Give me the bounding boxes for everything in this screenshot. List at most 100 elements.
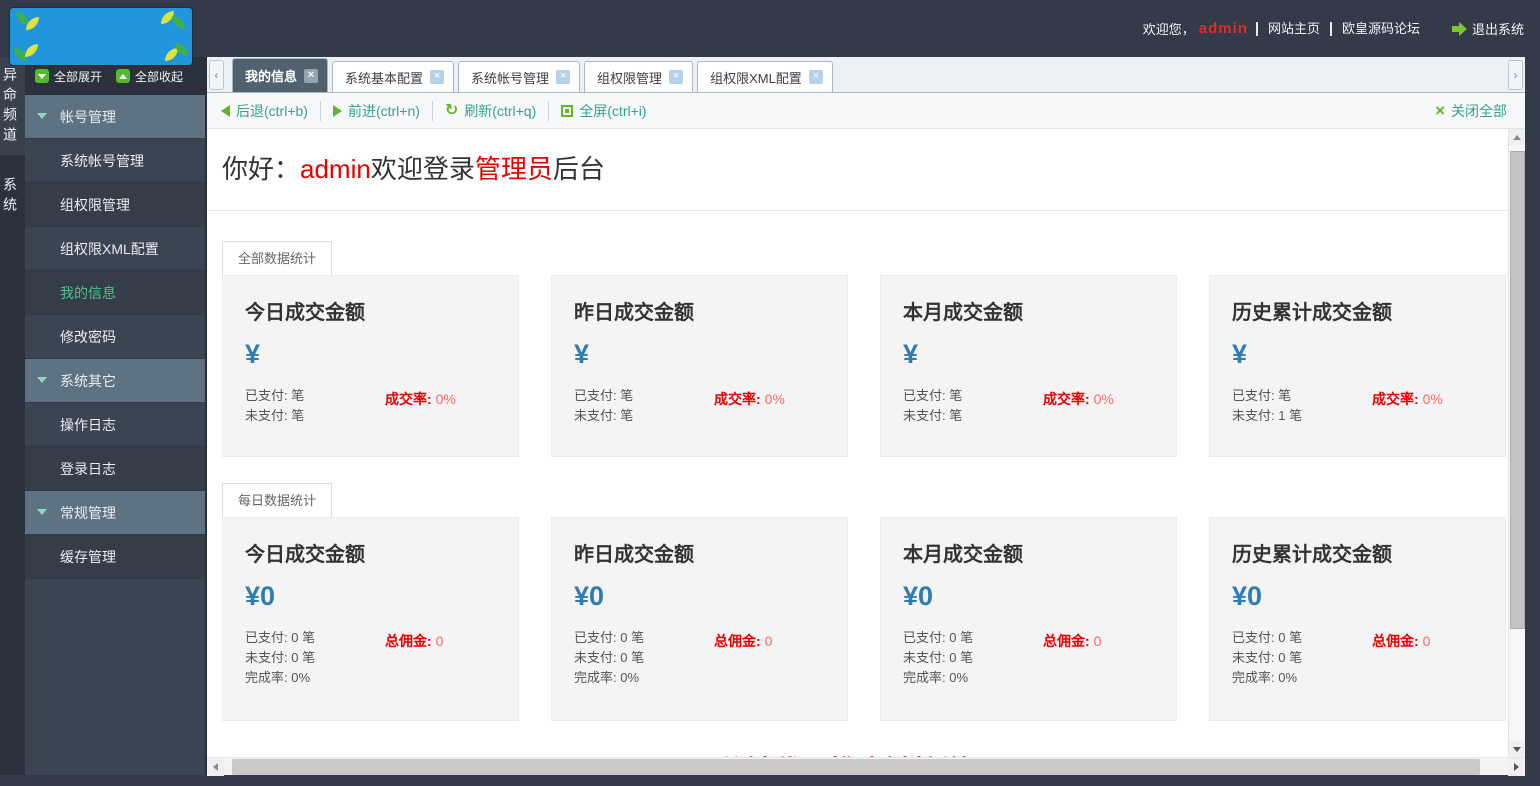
tab[interactable]: 系统帐号管理 ×	[458, 61, 581, 92]
card-highlight: 总佣金: 0	[714, 628, 772, 688]
sidebar-menu-item[interactable]: 系统帐号管理	[25, 139, 205, 183]
card-title: 昨日成交金额	[574, 302, 694, 324]
card-line: 已支付: 0 笔	[1232, 630, 1303, 645]
left-nav-strip: 异命频道 系统	[0, 57, 25, 775]
section-tab[interactable]: 每日数据统计	[222, 483, 333, 517]
sidebar-menu-item[interactable]: 缓存管理	[25, 535, 205, 579]
tab[interactable]: 组权限管理 ×	[584, 61, 694, 92]
fullscreen-icon	[561, 104, 574, 117]
scroll-down-button[interactable]	[1509, 741, 1525, 757]
strip-item-system[interactable]: 系统	[0, 169, 25, 225]
chevron-down-icon[interactable]	[37, 509, 47, 515]
strip-item-channel[interactable]: 异命频道	[0, 57, 25, 155]
leaf-decoration	[175, 43, 188, 56]
leaf-decoration	[172, 16, 185, 29]
close-all-label: 关闭全部	[1451, 102, 1507, 119]
tab-close-icon[interactable]: ×	[430, 70, 445, 84]
expand-all-button[interactable]: 全部展开	[35, 68, 102, 85]
tab-close-icon[interactable]: ×	[304, 68, 319, 83]
collapse-all-label: 全部收起	[135, 69, 184, 84]
chevron-down-icon[interactable]	[37, 113, 47, 119]
card-stats: 已支付: 笔未支付: 笔 成交率: 0%	[903, 386, 1154, 426]
sidebar-menu-item[interactable]: 帐号管理	[25, 95, 205, 139]
tab-label: 组权限XML配置	[710, 70, 802, 86]
section-tab[interactable]: 全部数据统计	[222, 241, 333, 275]
sidebar-menu-item[interactable]: 组权限管理	[25, 183, 205, 227]
card-line: 未支付: 0 笔	[1232, 650, 1303, 665]
horizontal-scroll-thumb[interactable]	[232, 758, 1480, 775]
card-amount: ¥0	[1232, 581, 1263, 611]
horizontal-scroll-track[interactable]	[224, 758, 1508, 776]
tab-close-icon[interactable]: ×	[669, 70, 684, 84]
toolbar-button[interactable]: 全屏(ctrl+i)	[548, 100, 658, 121]
tab-bar: ‹ 我的信息 × 系统基本配置 × 系统帐号管理 × 组权限管理 × 组权限XM…	[207, 57, 1525, 93]
main-area: ‹ 我的信息 × 系统基本配置 × 系统帐号管理 × 组权限管理 × 组权限XM…	[207, 57, 1525, 776]
card-stats: 已支付: 笔未支付: 笔 成交率: 0%	[245, 386, 496, 426]
tab-scroll-left-button[interactable]: ‹	[209, 60, 224, 90]
card-lines: 已支付: 笔未支付: 笔	[903, 386, 1043, 426]
sidebar-item-label: 系统其它	[60, 372, 116, 389]
tab[interactable]: 系统基本配置 ×	[332, 61, 455, 92]
card-line: 未支付: 笔	[574, 408, 634, 423]
sidebar-menu-item[interactable]: 我的信息	[25, 271, 205, 315]
sidebar-menu-item[interactable]: 修改密码	[25, 315, 205, 359]
card-title: 历史累计成交金额	[1232, 544, 1392, 566]
tab[interactable]: 我的信息 ×	[232, 58, 329, 92]
toolbar-button[interactable]: 后退(ctrl+b)	[221, 101, 320, 121]
vertical-scrollbar[interactable]	[1508, 129, 1525, 757]
sidebar-menu-item[interactable]: 登录日志	[25, 447, 205, 491]
tab-label: 系统帐号管理	[471, 70, 550, 86]
highlight-value: 0	[1422, 633, 1431, 649]
sidebar-menu-item[interactable]: 系统其它	[25, 359, 205, 403]
collapse-all-button[interactable]: 全部收起	[116, 68, 183, 85]
card-highlight: 成交率: 0%	[1043, 386, 1114, 426]
stat-card: 昨日成交金额 ¥0 已支付: 0 笔未支付: 0 笔完成率: 0% 总佣金: 0	[551, 517, 848, 721]
promo-banner[interactable]: 分销代理推广链接送呢	[207, 749, 1508, 757]
sidebar-item-label: 登录日志	[60, 460, 116, 477]
sidebar-item-label: 组权限XML配置	[60, 240, 159, 257]
card-line: 完成率: 0%	[574, 670, 640, 685]
chevron-down-icon[interactable]	[37, 377, 47, 383]
toolbar-button[interactable]: ↻ 刷新(ctrl+q)	[431, 100, 548, 121]
scroll-left-button[interactable]	[207, 757, 224, 776]
expand-all-icon	[35, 69, 49, 83]
logout-button[interactable]: 退出系统	[1451, 19, 1524, 38]
highlight-value: 0	[1093, 633, 1102, 649]
horizontal-scrollbar[interactable]	[207, 757, 1525, 776]
sidebar-item-label: 常规管理	[60, 504, 116, 521]
card-line: 未支付: 0 笔	[574, 650, 645, 665]
scroll-right-button[interactable]	[1508, 757, 1525, 776]
site-home-link[interactable]: 网站主页	[1255, 21, 1330, 36]
expand-all-label: 全部展开	[54, 69, 103, 84]
card-line: 已支付: 笔	[245, 388, 305, 403]
vertical-scroll-track[interactable]	[1509, 145, 1525, 741]
card-stats: 已支付: 0 笔未支付: 0 笔完成率: 0% 总佣金: 0	[245, 628, 496, 688]
tabs: 我的信息 × 系统基本配置 × 系统帐号管理 × 组权限管理 × 组权限XML配…	[232, 58, 1502, 92]
card-amount: ¥0	[245, 581, 276, 611]
highlight-value: 0	[435, 633, 444, 649]
tab-scroll-right-button[interactable]: ›	[1508, 60, 1523, 90]
sidebar-menu-item[interactable]: 常规管理	[25, 491, 205, 535]
tab[interactable]: 组权限XML配置 ×	[697, 61, 833, 92]
sidebar-item-label: 缓存管理	[60, 548, 116, 565]
toolbar-button[interactable]: 前进(ctrl+n)	[319, 100, 432, 121]
toolbar-items: 后退(ctrl+b) 前进(ctrl+n) ↻ 刷新(ctrl+q) 全屏(ct…	[221, 100, 659, 121]
stat-card: 本月成交金额 ¥0 已支付: 0 笔未支付: 0 笔完成率: 0% 总佣金: 0	[880, 517, 1177, 721]
highlight-label: 总佣金:	[714, 633, 761, 649]
sidebar-item-label: 组权限管理	[60, 196, 130, 213]
card-stats: 已支付: 0 笔未支付: 0 笔完成率: 0% 总佣金: 0	[574, 628, 825, 688]
site-logo[interactable]	[10, 8, 192, 65]
sidebar: 全部展开 全部收起 帐号管理 系统帐号管理 组权限管理 组权限XML配置 我的信…	[25, 57, 207, 775]
card-line: 已支付: 0 笔	[574, 630, 645, 645]
greeting-middle: 欢迎登录	[370, 154, 475, 184]
tab-close-icon[interactable]: ×	[808, 70, 823, 84]
vertical-scroll-thumb[interactable]	[1510, 151, 1525, 629]
card-line: 未支付: 笔	[903, 408, 963, 423]
scroll-up-button[interactable]	[1509, 129, 1525, 145]
forum-link[interactable]: 欧皇源码论坛	[1329, 21, 1430, 36]
tab-close-icon[interactable]: ×	[556, 70, 571, 84]
sidebar-menu-item[interactable]: 组权限XML配置	[25, 227, 205, 271]
sidebar-menu-item[interactable]: 操作日志	[25, 403, 205, 447]
arrow-left-icon	[221, 104, 230, 117]
close-all-button[interactable]: × 关闭全部	[1435, 101, 1511, 121]
